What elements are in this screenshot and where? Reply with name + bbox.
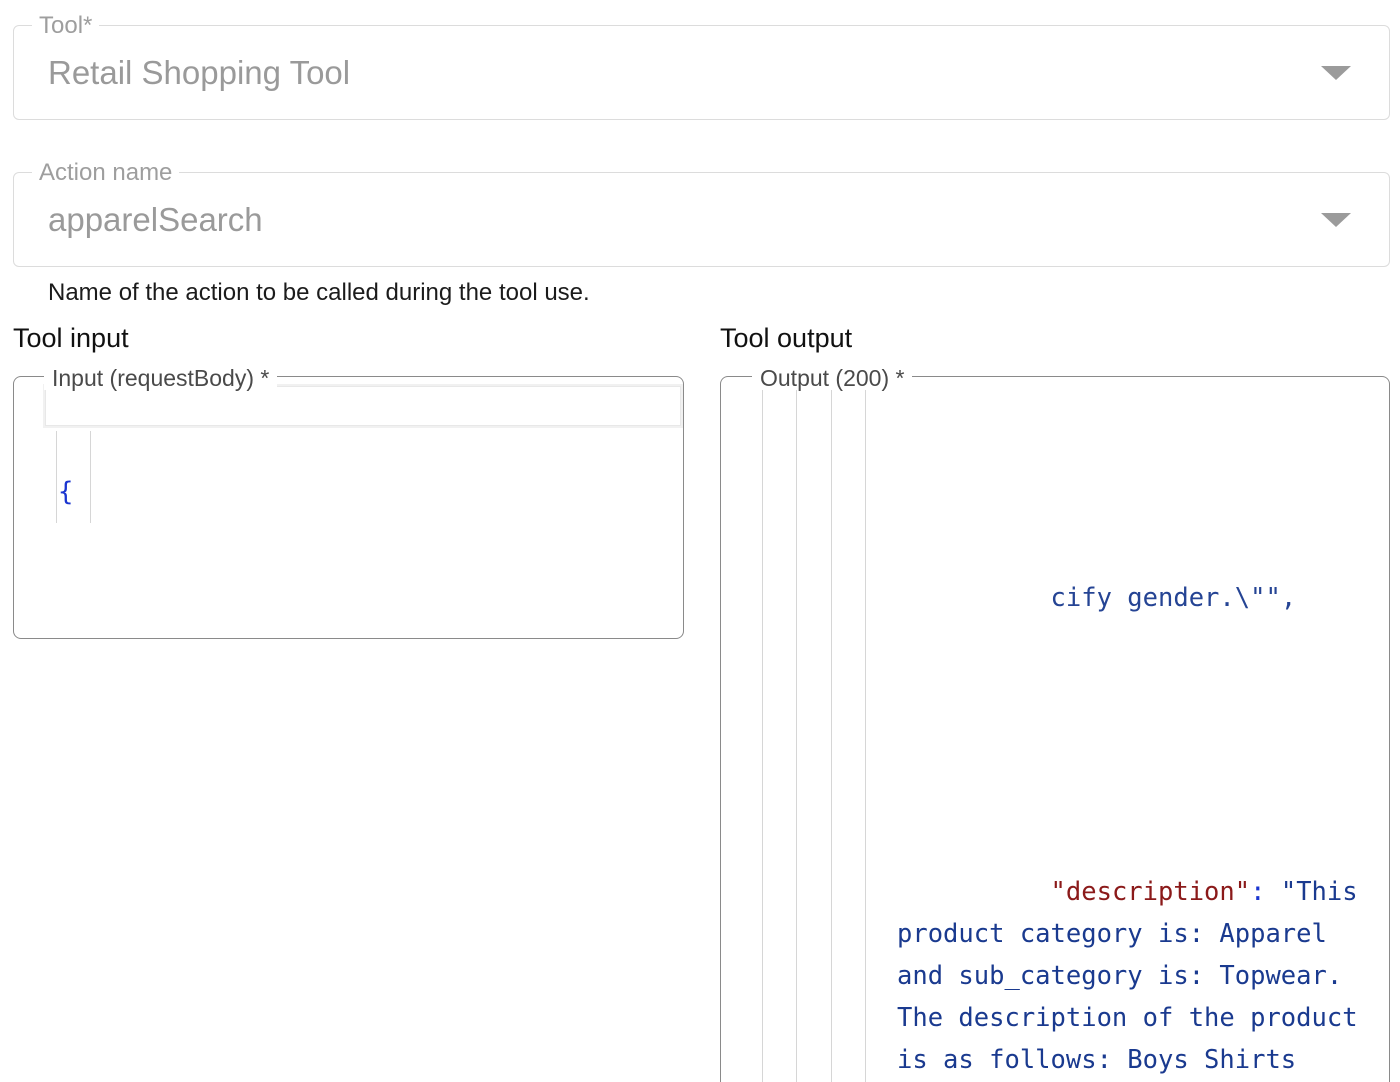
code-line: "search": "white shirt with blue prints" xyxy=(58,597,658,638)
tool-config-screen: Tool* Retail Shopping Tool Action name a… xyxy=(0,0,1400,1082)
json-key-description: "description" xyxy=(1051,877,1251,907)
indent-guide xyxy=(831,377,832,1082)
action-name-select[interactable]: Action name apparelSearch xyxy=(13,172,1390,267)
action-name-helper-text: Name of the action to be called during t… xyxy=(48,278,590,308)
indent-guide xyxy=(56,431,57,523)
tool-output-code[interactable]: cify gender.\"", "description": "This pr… xyxy=(721,377,1389,1082)
json-colon: : xyxy=(1250,877,1281,907)
tool-output-heading: Tool output xyxy=(720,322,852,354)
chevron-down-icon[interactable] xyxy=(1321,213,1351,227)
code-line-clipped: cify gender.\"", xyxy=(897,535,1367,661)
tool-input-code[interactable]: { "search": "white shirt with blue print… xyxy=(14,377,683,638)
action-name-label: Action name xyxy=(32,161,179,185)
tool-output-editor[interactable]: cify gender.\"", "description": "This pr… xyxy=(720,376,1390,1082)
tool-select[interactable]: Tool* Retail Shopping Tool xyxy=(13,25,1390,120)
chevron-down-icon[interactable] xyxy=(1321,66,1351,80)
tool-input-heading: Tool input xyxy=(13,322,129,354)
json-clipped-text: cify gender.\"", xyxy=(1051,583,1297,613)
json-value-description-pre: "This product category is: Apparel and s… xyxy=(897,877,1373,1082)
tool-input-editor[interactable]: { "search": "white shirt with blue print… xyxy=(13,376,684,639)
action-name-value: apparelSearch xyxy=(48,200,263,240)
tool-input-panel-label: Input (requestBody) * xyxy=(44,366,277,390)
code-line: "description": "This product category is… xyxy=(897,829,1367,1082)
tool-select-value: Retail Shopping Tool xyxy=(48,53,350,93)
code-line: { xyxy=(58,471,658,513)
tool-output-panel-label: Output (200) * xyxy=(752,366,912,390)
indent-guide xyxy=(865,377,866,1082)
indent-guide xyxy=(762,377,763,1082)
tool-select-label: Tool* xyxy=(32,14,99,38)
json-open-brace: { xyxy=(58,477,73,507)
indent-guide xyxy=(796,377,797,1082)
